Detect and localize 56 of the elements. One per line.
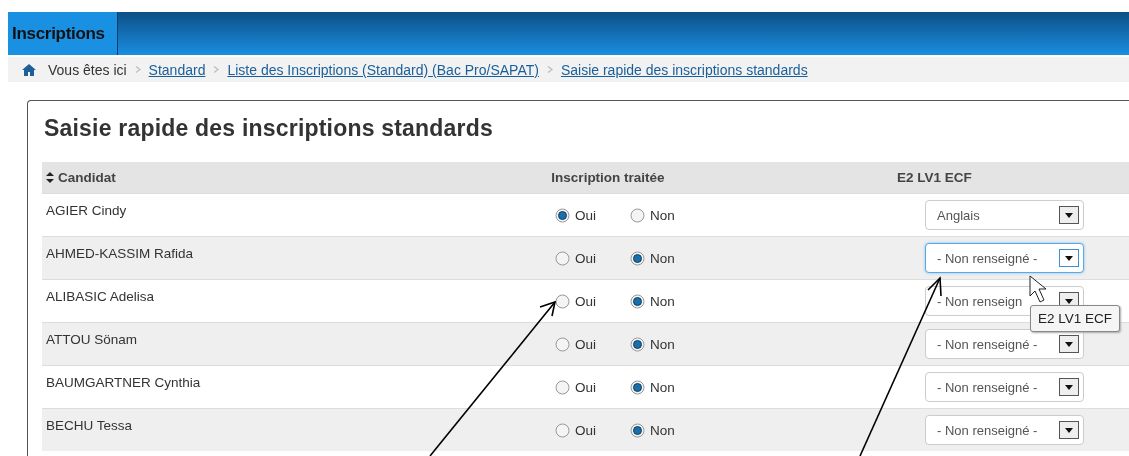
radio-button[interactable] [630, 207, 645, 223]
radio-label[interactable]: Non [650, 250, 675, 266]
radio-button[interactable] [555, 207, 570, 223]
nav-tab[interactable]: Inscriptions [8, 12, 118, 55]
select-field[interactable]: Anglais [925, 200, 1084, 230]
caret-icon[interactable] [1065, 427, 1073, 433]
caret-icon[interactable] [1065, 212, 1073, 218]
radio-label[interactable]: Oui [575, 250, 596, 266]
radio-button[interactable] [555, 379, 570, 395]
breadcrumb-label: Vous êtes ici [48, 61, 127, 78]
radio-label[interactable]: Non [650, 293, 675, 309]
candidate-name: BECHU Tessa [46, 418, 133, 433]
radio-label[interactable]: Oui [575, 422, 596, 438]
select-field[interactable]: - Non renseigné - [925, 243, 1084, 273]
radio-label[interactable]: Non [650, 379, 675, 395]
chevron-icon [134, 66, 141, 73]
radio-label[interactable]: Oui [575, 336, 596, 352]
mouse-cursor-icon [1029, 275, 1047, 303]
breadcrumb-link[interactable]: Standard [148, 61, 206, 78]
candidate-name: AHMED-KASSIM Rafida [46, 246, 194, 261]
page-title: Saisie rapide des inscriptions standards [44, 115, 494, 142]
candidate-name: ATTOU Sönam [46, 332, 138, 347]
radio-button[interactable] [630, 422, 645, 438]
radio-button[interactable] [555, 250, 570, 266]
column-header: E2 LV1 ECF [746, 162, 1129, 193]
radio-label[interactable]: Non [650, 422, 675, 438]
radio-button[interactable] [630, 336, 645, 352]
radio-label[interactable]: Non [650, 336, 675, 352]
select-field[interactable]: - Non renseigné - [925, 329, 1084, 359]
chevron-icon [213, 66, 220, 73]
caret-icon[interactable] [1065, 341, 1073, 347]
select-field[interactable]: - Non renseigné - [925, 415, 1084, 445]
chevron-icon [546, 66, 553, 73]
column-header: Inscription traitée [470, 162, 746, 193]
caret-icon[interactable] [1065, 255, 1073, 261]
radio-button[interactable] [630, 250, 645, 266]
home-icon[interactable] [22, 63, 36, 76]
candidate-name: AGIER Cindy [46, 203, 127, 218]
sort-icon[interactable] [46, 172, 54, 183]
radio-button[interactable] [555, 293, 570, 309]
radio-label[interactable]: Oui [575, 293, 596, 309]
radio-button[interactable] [630, 293, 645, 309]
radio-button[interactable] [630, 379, 645, 395]
radio-label[interactable]: Non [650, 207, 675, 223]
radio-button[interactable] [555, 422, 570, 438]
caret-icon[interactable] [1065, 384, 1073, 390]
tooltip: E2 LV1 ECF [1030, 305, 1121, 332]
radio-label[interactable]: Oui [575, 379, 596, 395]
column-header[interactable]: Candidat [42, 162, 470, 193]
breadcrumb-link[interactable]: Liste des Inscriptions (Standard) (Bac Pro/SAPAT) [227, 61, 539, 78]
candidate-name: ALIBASIC Adelisa [46, 289, 155, 304]
radio-label[interactable]: Oui [575, 207, 596, 223]
breadcrumb-link[interactable]: Saisie rapide des inscriptions standards [560, 61, 808, 78]
candidate-name: BAUMGARTNER Cynthia [46, 375, 201, 390]
select-field[interactable]: - Non renseigné - [925, 372, 1084, 402]
radio-button[interactable] [555, 336, 570, 352]
